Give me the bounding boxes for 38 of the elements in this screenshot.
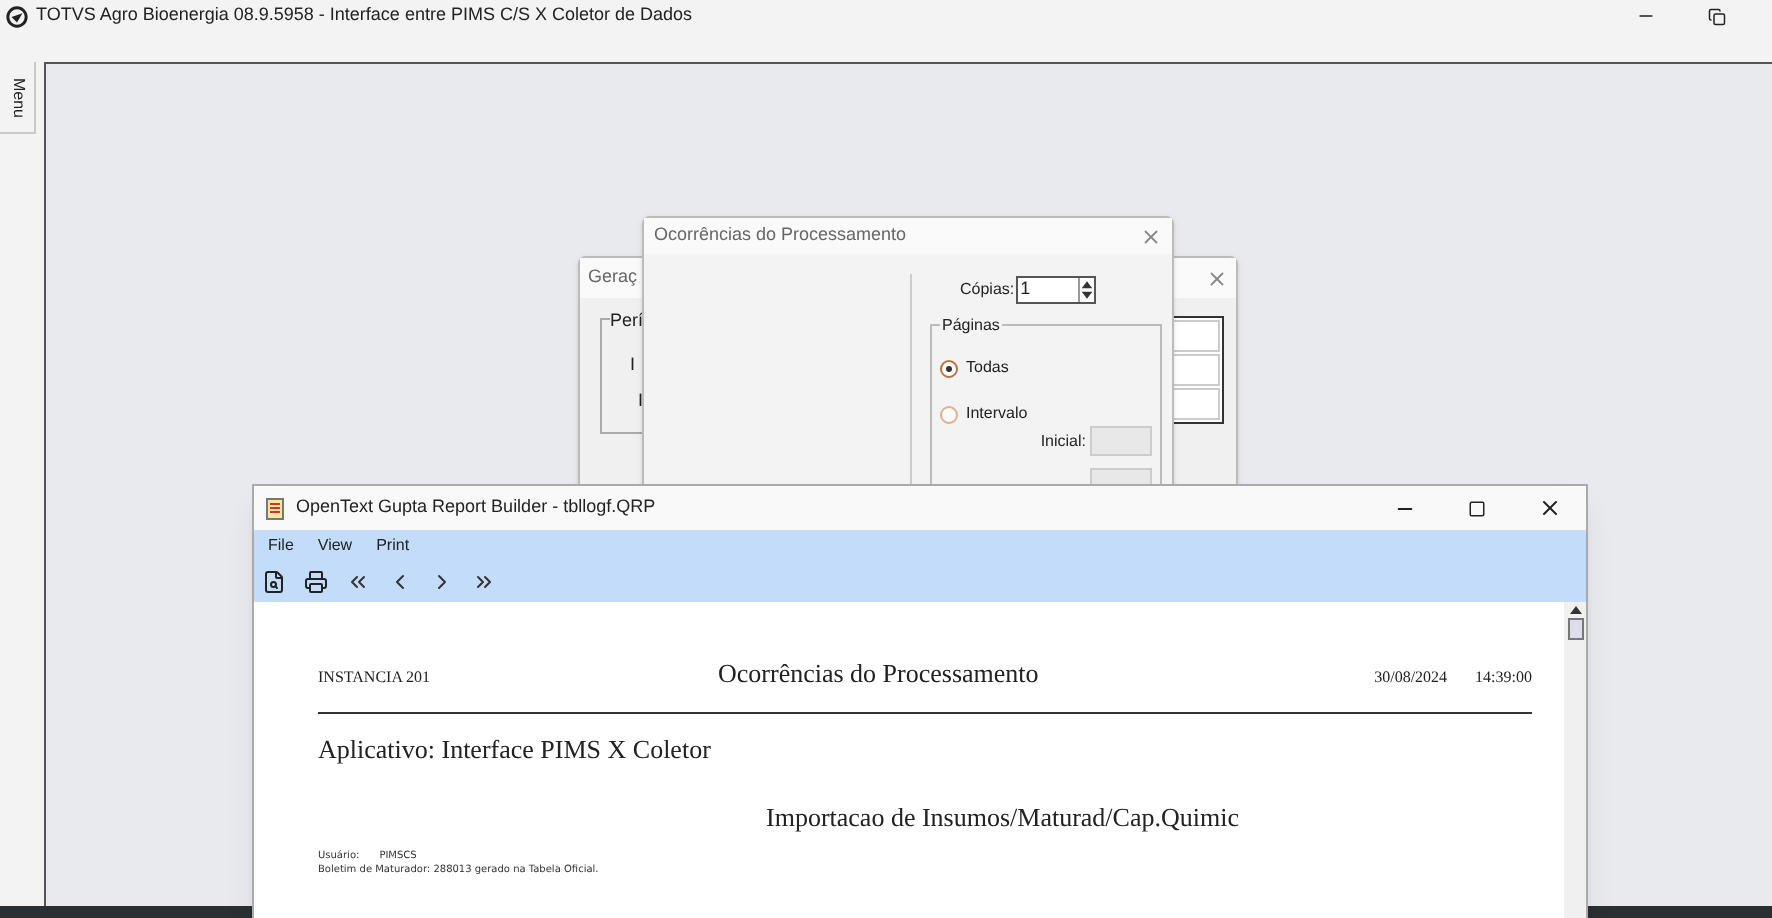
scrollbar[interactable] bbox=[1564, 602, 1586, 918]
copies-label: Cópias: bbox=[960, 278, 1015, 302]
report-application: Aplicativo: Interface PIMS X Coletor bbox=[318, 731, 713, 768]
radio-label: Todas bbox=[966, 356, 1009, 380]
radio-button[interactable] bbox=[940, 359, 958, 377]
report-icon bbox=[266, 497, 284, 519]
field-label: I bbox=[638, 388, 644, 414]
menu-tab[interactable]: Menu bbox=[5, 77, 29, 117]
app-logo-icon bbox=[6, 5, 28, 27]
input-field[interactable] bbox=[1090, 426, 1152, 456]
menu-item[interactable]: File bbox=[268, 534, 294, 558]
menu-item[interactable]: Print bbox=[376, 534, 410, 558]
radio-label: Intervalo bbox=[966, 402, 1028, 426]
restore-icon[interactable] bbox=[1708, 7, 1726, 25]
group-label: Páginas bbox=[940, 314, 1002, 338]
spinner-arrows-icon[interactable] bbox=[1078, 278, 1095, 302]
window-title: OpenText Gupta Report Builder - tbllogf.QRP bbox=[296, 494, 656, 521]
field-label: Inicial: bbox=[1040, 429, 1086, 453]
radio-button[interactable] bbox=[940, 405, 958, 423]
report-instance: INSTANCIA 201 bbox=[318, 666, 433, 690]
menu-item[interactable]: View bbox=[317, 534, 353, 558]
scroll-up-icon[interactable] bbox=[1569, 606, 1581, 614]
report-subtitle: Importacao de Insumos/Maturad/Cap.Quimic bbox=[766, 800, 1241, 836]
report-date: 30/08/2024 bbox=[1374, 666, 1448, 690]
copies-spinner[interactable]: 1 bbox=[1016, 276, 1097, 304]
last-page-icon[interactable] bbox=[472, 570, 496, 594]
printer-icon[interactable] bbox=[304, 570, 328, 594]
scroll-thumb[interactable] bbox=[1567, 618, 1583, 640]
window-title: TOTVS Agro Bioenergia 08.9.5958 - Interface entre PIMS C/S X Coletor de Dados bbox=[36, 2, 693, 29]
report-heading: Ocorrências do Processamento bbox=[718, 656, 1041, 692]
report-time: 14:39:00 bbox=[1475, 666, 1532, 690]
dialog-title: Ocorrências do Processamento bbox=[654, 222, 907, 249]
close-icon[interactable] bbox=[1538, 496, 1562, 520]
first-page-icon[interactable] bbox=[346, 570, 370, 594]
maximize-icon[interactable] bbox=[1468, 499, 1486, 517]
field-label: I bbox=[630, 352, 636, 378]
dialog-title: Geraç bbox=[588, 264, 638, 291]
preview-icon[interactable] bbox=[262, 570, 286, 594]
